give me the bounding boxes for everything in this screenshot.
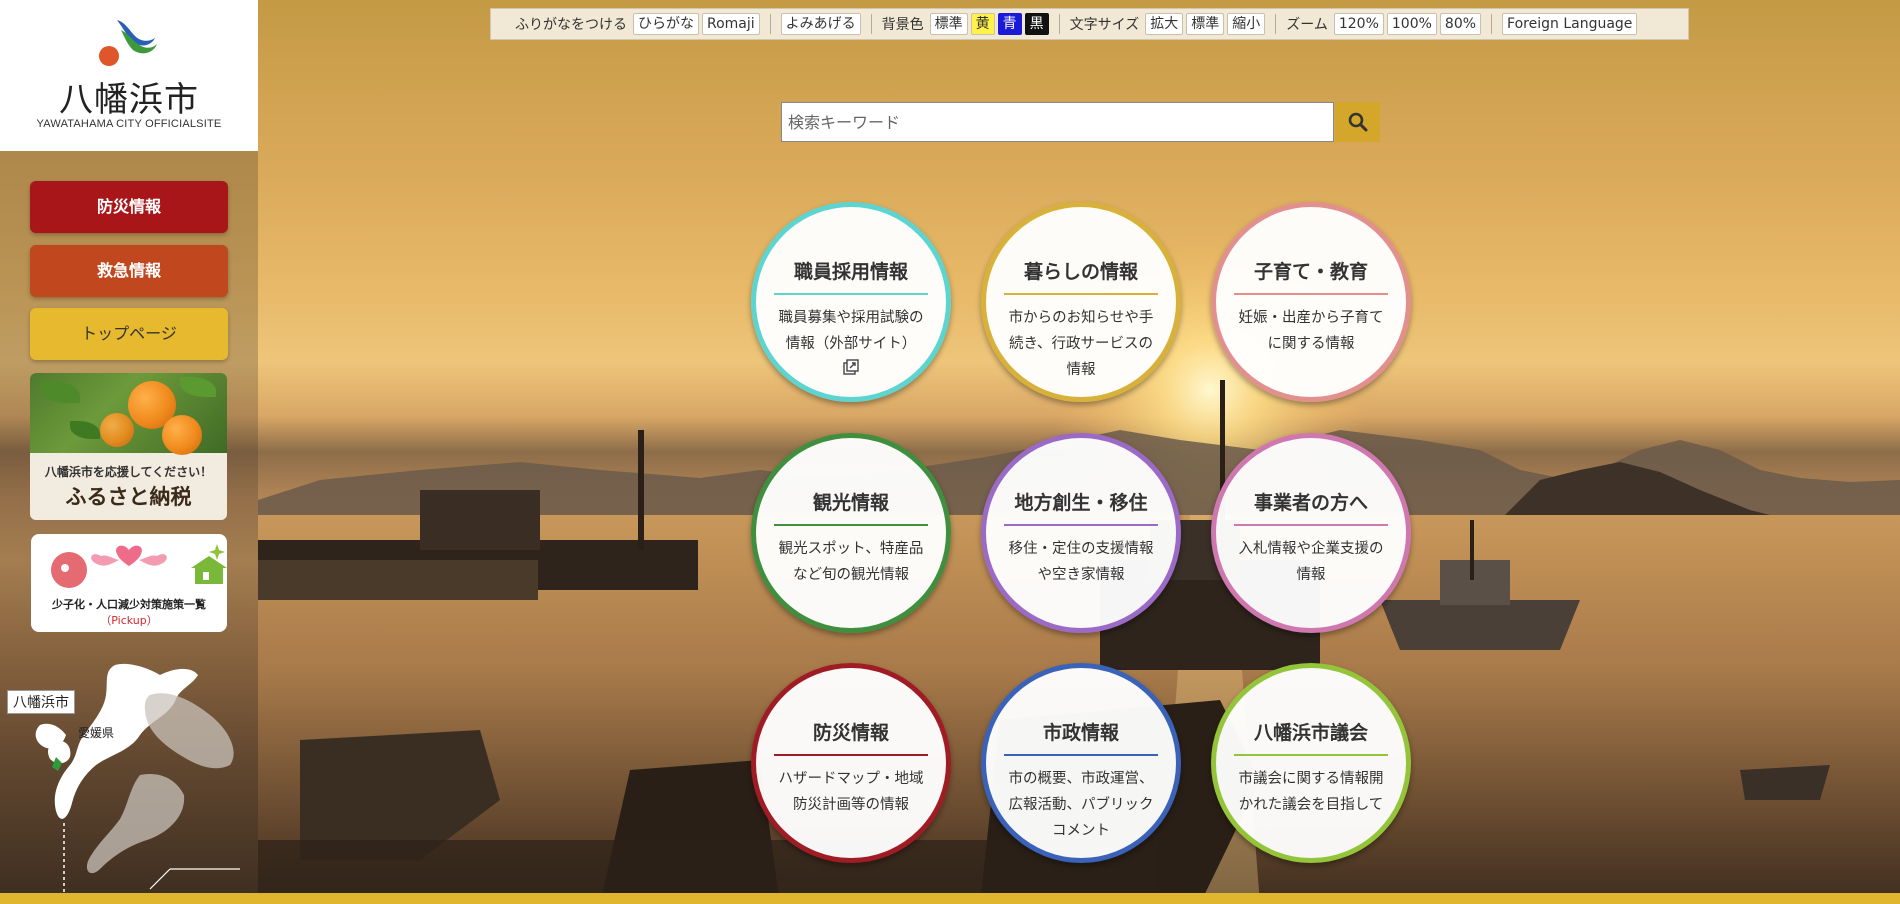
menu-recruit[interactable]: 職員採用情報 職員募集や採用試験の情報（外部サイト） [751,202,951,402]
menu-title: 暮らしの情報 [1023,261,1138,283]
toolbar-divider [1491,14,1493,34]
top-page-button[interactable]: トップページ [30,308,228,360]
bg-blue-button[interactable]: 青 [997,13,1022,35]
menu-desc: ハザードマップ・地域防災計画等の情報 [778,771,924,813]
menu-rule [1004,524,1158,526]
furusato-nozei-banner[interactable]: 八幡浜市を応援してください！ ふるさと納税 [30,373,227,520]
font-standard-button[interactable]: 標準 [1186,13,1225,35]
read-aloud-button[interactable]: よみあげる [780,13,861,35]
city-logo-icon [99,20,157,66]
search-icon [1348,112,1367,132]
menu-rule [774,524,928,526]
menu-business[interactable]: 事業者の方へ 入札情報や企業支援の情報 [1211,433,1411,633]
font-small-button[interactable]: 縮小 [1227,13,1266,35]
furusato-caption: 八幡浜市を応援してください！ [44,465,213,479]
map-pref-label: 愛媛県 [78,726,115,740]
menu-desc: 観光スポット、特産品など旬の観光情報 [778,541,924,583]
zoom-100-button[interactable]: 100% [1386,13,1437,35]
accessibility-toolbar: ふりがなをつける ひらがな Romaji よみあげる 背景色 標準 黄 青 黒 … [490,8,1689,40]
menu-desc: 入札情報や企業支援の情報 [1238,541,1384,583]
bg-yellow-button[interactable]: 黄 [970,13,995,35]
menu-rule [1234,524,1388,526]
bousai-info-button[interactable]: 防災情報 [30,181,228,233]
menu-disaster[interactable]: 防災情報 ハザードマップ・地域防災計画等の情報 [751,663,951,863]
font-size-label: 文字サイズ [1069,17,1140,33]
menu-migration[interactable]: 地方創生・移住 移住・定住の支援情報や空き家情報 [981,433,1181,633]
external-link-icon [843,359,859,375]
footer-bar [0,893,1900,904]
menu-rule [1234,293,1388,295]
menu-desc-text: 職員募集や採用試験の情報（外部サイト） [778,310,924,352]
zoom-120-button[interactable]: 120% [1333,13,1384,35]
bg-black-button[interactable]: 黒 [1024,13,1049,35]
menu-desc: 市議会に関する情報開かれた議会を目指して [1238,771,1384,813]
menu-title: 地方創生・移住 [1014,492,1148,514]
menu-childcare[interactable]: 子育て・教育 妊娠・出産から子育てに関する情報 [1211,202,1411,402]
menu-assembly[interactable]: 八幡浜市議会 市議会に関する情報開かれた議会を目指して [1211,663,1411,863]
furigana-label: ふりがなをつける [515,17,627,33]
menu-rule [774,293,928,295]
zoom-80-button[interactable]: 80% [1439,13,1482,35]
toolbar-divider [1058,14,1060,34]
menu-rule [774,754,928,756]
bg-color-label: 背景色 [881,17,924,33]
mikan-photo [30,373,227,455]
menu-desc: 市の概要、市政運営、広報活動、パブリックコメント [1008,771,1154,839]
shoshika-banner[interactable]: 少子化・人口減少対策施策一覧 （Pickup） [31,534,227,632]
foreign-language-button[interactable]: Foreign Language [1502,13,1638,35]
menu-desc: 市からのお知らせや手続き、行政サービスの情報 [1008,310,1154,378]
menu-desc: 職員募集や採用試験の情報（外部サイト） [772,305,930,375]
toolbar-divider [769,14,771,34]
shoshika-title: 少子化・人口減少対策施策一覧 [52,598,206,611]
menu-title: 観光情報 [812,492,889,514]
romaji-button[interactable]: Romaji [702,13,760,35]
menu-living[interactable]: 暮らしの情報 市からのお知らせや手続き、行政サービスの情報 [981,202,1181,402]
font-large-button[interactable]: 拡大 [1145,13,1184,35]
menu-rule [1234,754,1388,756]
menu-title: 職員採用情報 [793,261,908,283]
emergency-info-button[interactable]: 救急情報 [30,245,228,297]
menu-tourism[interactable]: 観光情報 観光スポット、特産品など旬の観光情報 [751,433,951,633]
shoshika-pickup: （Pickup） [100,614,158,627]
zoom-label: ズーム [1286,17,1328,33]
site-subtitle: YAWATAHAMA CITY OFFICIALSITE [36,118,222,130]
menu-desc: 妊娠・出産から子育てに関する情報 [1238,310,1384,352]
menu-title: 市政情報 [1042,722,1119,744]
bg-standard-button[interactable]: 標準 [929,13,968,35]
menu-title: 八幡浜市議会 [1253,722,1368,744]
menu-desc: 移住・定住の支援情報や空き家情報 [1008,541,1154,583]
toolbar-divider [870,14,872,34]
menu-title: 事業者の方へ [1253,492,1368,514]
site-logo[interactable]: 八幡浜市 YAWATAHAMA CITY OFFICIALSITE [0,0,258,151]
site-name: 八幡浜市 [59,80,199,120]
map-city-label: 八幡浜市 [7,690,75,714]
family-heart-icon [51,544,227,588]
toolbar-divider [1275,14,1277,34]
furusato-title: ふるさと納税 [65,484,192,509]
search-input[interactable] [781,102,1334,142]
menu-rule [1004,754,1158,756]
search-button[interactable] [1335,102,1380,142]
menu-title: 防災情報 [812,722,889,744]
menu-rule [1004,293,1158,295]
menu-administration[interactable]: 市政情報 市の概要、市政運営、広報活動、パブリックコメント [981,663,1181,863]
hiragana-button[interactable]: ひらがな [633,13,699,35]
menu-title: 子育て・教育 [1253,261,1368,283]
